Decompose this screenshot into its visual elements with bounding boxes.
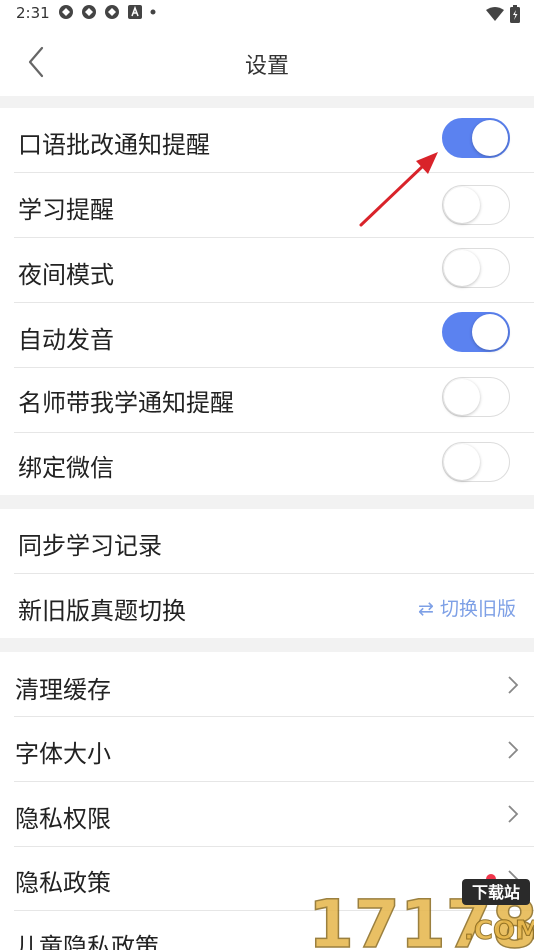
row-label: 隐私政策 (15, 869, 111, 897)
notification-icon (105, 5, 119, 19)
settings-row-speaking-notification: 口语批改通知提醒 (0, 108, 534, 173)
notification-icon (59, 5, 73, 19)
toggle-knob (444, 250, 480, 286)
settings-row-bind-wechat: 绑定微信 (0, 433, 534, 495)
settings-row-study-reminder: 学习提醒 (0, 173, 534, 238)
toggle-knob (444, 444, 480, 480)
status-system-icons (486, 5, 520, 23)
font-a-icon (128, 5, 142, 19)
toggle-knob (444, 187, 480, 223)
settings-row-sync-records[interactable]: 同步学习记录 (0, 509, 534, 574)
row-label: 口语批改通知提醒 (18, 131, 210, 159)
auto-pronounce-toggle[interactable] (442, 312, 510, 352)
row-label: 学习提醒 (18, 196, 114, 224)
status-bar: 2:31 (0, 0, 534, 28)
row-label: 字体大小 (15, 740, 111, 768)
more-dot-icon (150, 9, 156, 15)
row-label: 名师带我学通知提醒 (18, 389, 234, 417)
svg-text:.COM: .COM (464, 916, 534, 946)
battery-icon (510, 5, 520, 23)
settings-row-version-switch: 新旧版真题切换 ⇄ 切换旧版 (0, 574, 534, 638)
toggle-knob (472, 314, 508, 350)
nav-bar: 设置 (0, 28, 534, 96)
status-notification-icons (58, 4, 156, 20)
status-time: 2:31 (16, 4, 50, 22)
settings-row-privacy-permissions[interactable]: 隐私权限 (0, 782, 534, 847)
settings-row-clear-cache[interactable]: 清理缓存 (0, 652, 534, 717)
chevron-right-icon (508, 805, 519, 823)
svg-text:下载站: 下载站 (472, 883, 520, 902)
notification-icon (82, 5, 96, 19)
chevron-right-icon (508, 676, 519, 694)
row-label: 夜间模式 (18, 261, 114, 289)
chevron-right-icon (508, 741, 519, 759)
page-title: 设置 (244, 54, 289, 79)
wifi-icon (486, 7, 504, 21)
section-gap (0, 96, 534, 108)
section-gap (0, 495, 534, 509)
row-label: 隐私权限 (15, 805, 111, 833)
bind-wechat-toggle[interactable] (442, 442, 510, 482)
site-watermark-logo: 17178 下载站 .COM (307, 879, 534, 950)
row-label: 清理缓存 (15, 676, 111, 704)
settings-row-teacher-notification: 名师带我学通知提醒 (0, 368, 534, 433)
toggle-knob (472, 120, 508, 156)
section-gap (0, 638, 534, 652)
row-label: 自动发音 (18, 326, 114, 354)
settings-row-auto-pronounce: 自动发音 (0, 303, 534, 368)
row-label: 新旧版真题切换 (18, 597, 186, 625)
night-mode-toggle[interactable] (442, 248, 510, 288)
settings-row-font-size[interactable]: 字体大小 (0, 717, 534, 782)
row-label: 儿童隐私政策 (15, 933, 159, 950)
speaking-notification-toggle[interactable] (442, 118, 510, 158)
row-label: 同步学习记录 (18, 532, 162, 560)
study-reminder-toggle[interactable] (442, 185, 510, 225)
teacher-notification-toggle[interactable] (442, 377, 510, 417)
settings-row-night-mode: 夜间模式 (0, 238, 534, 303)
toggle-knob (444, 379, 480, 415)
switch-old-version-link[interactable]: ⇄ 切换旧版 (418, 594, 516, 621)
row-label: 绑定微信 (18, 454, 114, 482)
